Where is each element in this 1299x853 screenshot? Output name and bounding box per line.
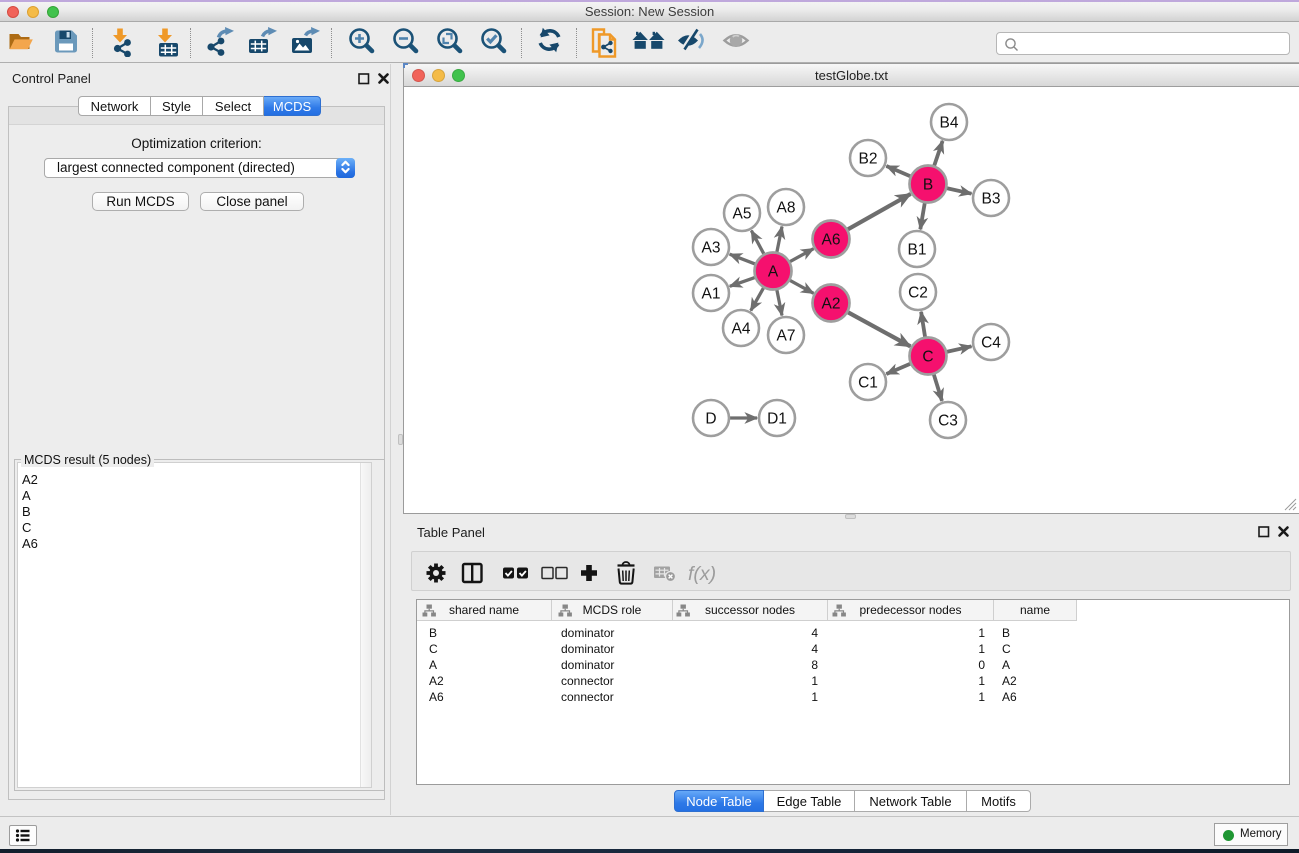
svg-text:B3: B3 [982, 191, 1001, 208]
svg-text:B4: B4 [940, 115, 959, 132]
svg-text:A7: A7 [777, 328, 796, 345]
svg-text:A4: A4 [732, 321, 751, 338]
svg-text:D1: D1 [767, 411, 787, 428]
svg-text:C: C [922, 349, 933, 366]
svg-text:C4: C4 [981, 335, 1001, 352]
svg-text:C3: C3 [938, 413, 958, 430]
svg-text:A6: A6 [822, 232, 841, 249]
svg-text:C2: C2 [908, 285, 928, 302]
svg-text:A2: A2 [822, 296, 841, 313]
svg-text:B2: B2 [859, 151, 878, 168]
svg-text:C1: C1 [858, 375, 878, 392]
svg-text:A5: A5 [733, 206, 752, 223]
svg-text:A8: A8 [777, 200, 796, 217]
svg-text:f(x): f(x) [688, 563, 716, 585]
svg-text:D: D [705, 411, 716, 428]
svg-text:B: B [923, 177, 933, 194]
svg-text:A: A [768, 264, 779, 281]
svg-text:A3: A3 [702, 240, 721, 257]
svg-text:B1: B1 [908, 242, 927, 259]
svg-text:A1: A1 [702, 286, 721, 303]
